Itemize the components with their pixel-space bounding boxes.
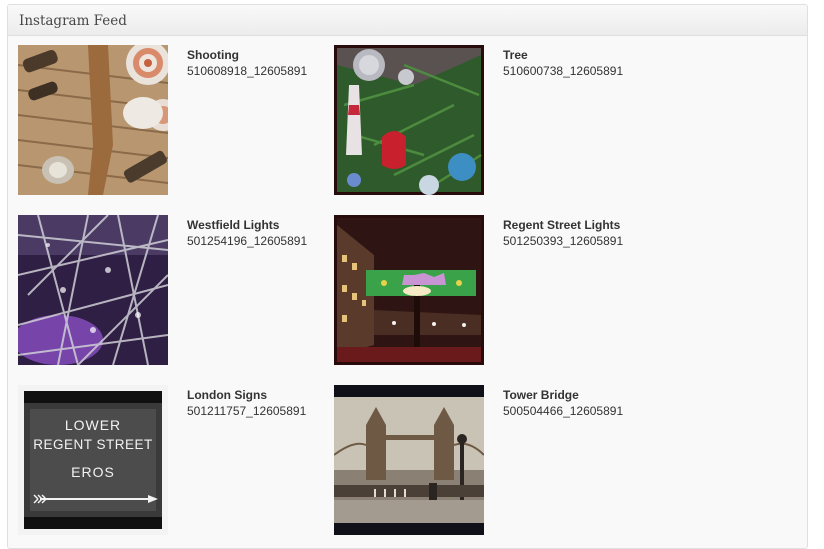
feed-item: LOWER REGENT STREET EROS London Signs 50… [18,385,328,537]
london-signs-photo[interactable]: LOWER REGENT STREET EROS [18,385,168,535]
item-id: 501211757_12605891 [187,404,307,418]
item-title[interactable]: Shooting [187,47,307,63]
sign-line-1: LOWER [65,417,121,433]
item-title[interactable]: Tower Bridge [503,387,623,403]
tower-bridge-photo[interactable] [334,385,484,535]
item-id: 501254196_12605891 [187,234,308,248]
shooting-photo[interactable] [18,45,168,195]
item-title[interactable]: Tree [503,47,623,63]
westfield-lights-photo[interactable] [18,215,168,365]
widget-header: Instagram Feed [8,5,807,36]
feed-item: Westfield Lights 501254196_12605891 [18,215,328,367]
feed-item: Shooting 510608918_12605891 [18,45,328,197]
widget-title: Instagram Feed [19,13,127,29]
item-title[interactable]: Westfield Lights [187,217,307,233]
regent-street-lights-photo[interactable] [334,215,484,365]
item-title[interactable]: Regent Street Lights [503,217,623,233]
tree-photo[interactable] [334,45,484,195]
sign-line-3: EROS [71,464,115,480]
feed-item: Tree 510600738_12605891 [334,45,644,197]
instagram-feed-widget: Instagram Feed Shooting 510608918_126058… [7,4,808,549]
item-id: 501250393_12605891 [503,234,624,248]
sign-line-2: REGENT STREET [33,437,153,452]
item-id: 500504466_12605891 [503,404,624,418]
item-id: 510600738_12605891 [503,64,624,78]
item-id: 510608918_12605891 [187,64,308,78]
item-title[interactable]: London Signs [187,387,306,403]
feed-item: Regent Street Lights 501250393_12605891 [334,215,644,367]
feed-item: Tower Bridge 500504466_12605891 [334,385,644,537]
